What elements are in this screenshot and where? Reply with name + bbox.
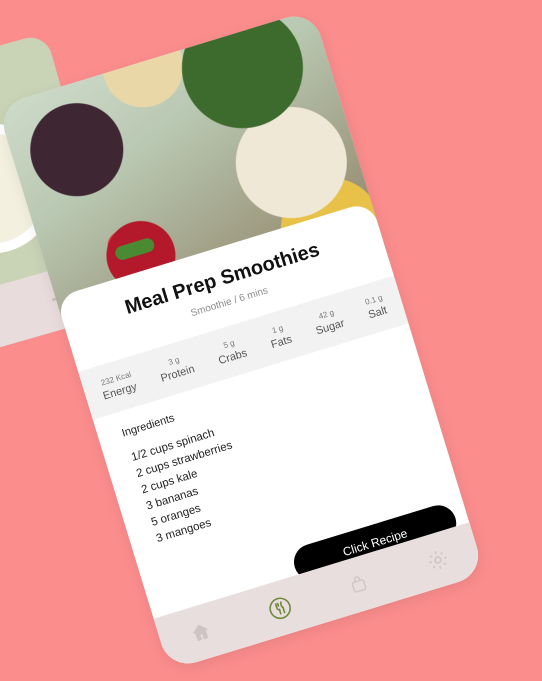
stage: Meal Prep Smoothies Smoothie / 6 mins 23… <box>0 0 542 681</box>
nutrition-protein: 3 g Protein <box>156 352 196 385</box>
nutrition-sugar: 42 g Sugar <box>311 306 346 338</box>
home-icon[interactable] <box>186 617 216 647</box>
nutrition-label: Salt <box>366 304 389 322</box>
fork-knife-icon[interactable] <box>265 593 295 623</box>
nutrition-salt: 0.1 g Salt <box>363 293 389 322</box>
gear-icon[interactable] <box>423 545 453 575</box>
nutrition-energy: 232 Kcal Energy <box>98 369 139 403</box>
nutrition-label: Fats <box>269 333 294 352</box>
strawberry-stem <box>113 236 156 262</box>
nutrition-fats: 1 g Fats <box>266 322 294 352</box>
recipe-phone: Meal Prep Smoothies Smoothie / 6 mins 23… <box>0 9 486 671</box>
bag-icon[interactable] <box>344 569 374 599</box>
nutrition-crabs: 5 g Crabs <box>214 336 249 367</box>
